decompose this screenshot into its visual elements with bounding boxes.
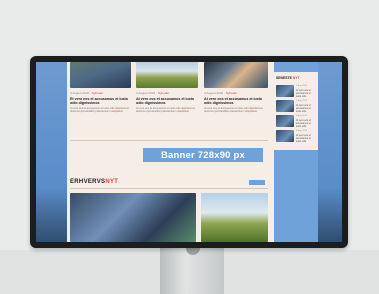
divider [70,140,268,141]
latest-news-thumb-4[interactable] [276,130,294,142]
article-title-2[interactable]: At vero eos et accusamus et iusto odio d… [136,97,196,106]
latest-news-thumb-3[interactable] [276,115,294,127]
article-image-2[interactable] [136,62,198,88]
latest-news-heading: SENESTE NYT [276,76,300,80]
section-more-button[interactable] [249,180,265,185]
article-excerpt-1: At vero eos et accusamus et iusto odio d… [70,107,129,114]
article-date-3: 4 August 2020 · Nyheder [204,91,238,95]
article-image-4[interactable] [201,193,268,242]
latest-news-date-4: 4 Aug 2020 [296,130,308,132]
sidebar-top-bar [274,62,318,72]
section-divider [70,188,268,189]
latest-news-date-1: 4 Aug 2020 [296,85,308,87]
sidebar: SENESTE NYT 4 Aug 2020 At vero eos et ac… [274,62,318,242]
article-date-1: 4 August 2020 · Nyheder [70,91,104,95]
background-right [318,62,342,242]
section-heading: ERHVERVSNYT [70,179,119,185]
latest-news-title-3[interactable]: At vero eos et accusamus et iusto odio [296,119,316,128]
background-left [36,62,67,242]
latest-news-thumb-2[interactable] [276,100,294,112]
latest-news-title-1[interactable]: At vero eos et accusamus et iusto odio [296,89,316,98]
ad-banner-label: Banner 728x90 px [161,149,245,161]
featured-article-image[interactable] [70,193,196,242]
latest-news-thumb-1[interactable] [276,85,294,97]
website-page: 4 August 2020 · Nyheder 4 August 2020 · … [67,62,318,242]
latest-news-box: SENESTE NYT 4 Aug 2020 At vero eos et ac… [274,74,318,146]
article-excerpt-2: At vero eos et accusamus et iusto odio d… [136,107,195,114]
latest-news-title-2[interactable]: At vero eos et accusamus et iusto odio [296,104,316,113]
article-date-2: 4 August 2020 · Nyheder [136,91,170,95]
latest-news-date-2: 4 Aug 2020 [296,100,308,102]
latest-news-title-4[interactable]: At vero eos et accusamus et iusto odio [296,134,316,143]
ad-banner[interactable]: Banner 728x90 px [143,148,263,162]
sidebar-ad-slot[interactable] [274,150,318,242]
article-title-3[interactable]: At vero eos et accusamus et iusto odio d… [204,97,264,106]
article-image-1[interactable] [70,62,131,88]
monitor: 4 August 2020 · Nyheder 4 August 2020 · … [30,56,348,248]
article-excerpt-3: At vero eos et accusamus et iusto odio d… [204,107,263,114]
article-title-1[interactable]: Et vero eos et accusamus et iusto odio d… [70,97,130,106]
monitor-screen: 4 August 2020 · Nyheder 4 August 2020 · … [36,62,342,242]
latest-news-date-3: 4 Aug 2020 [296,115,308,117]
article-image-3[interactable] [204,62,268,88]
